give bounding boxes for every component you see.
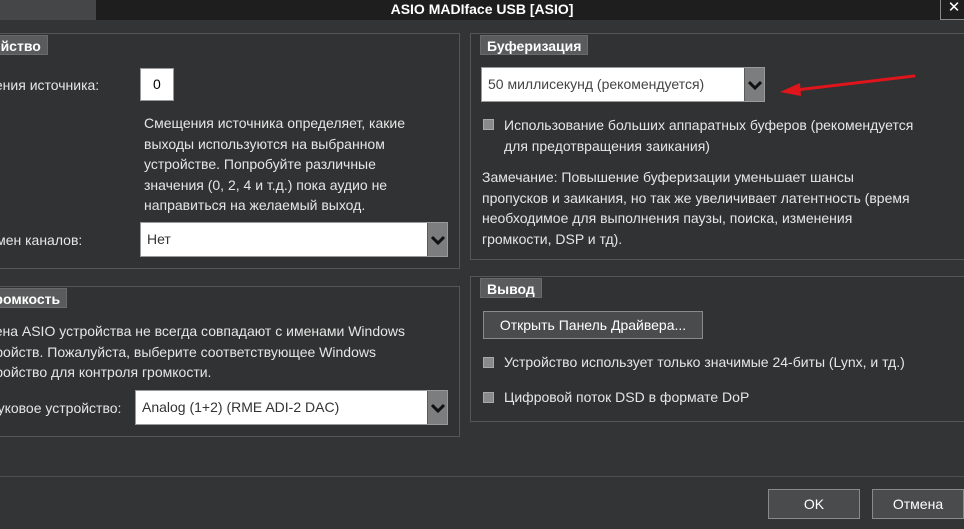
dsd-dop-checkbox[interactable]	[483, 392, 494, 403]
chevron-down-icon[interactable]	[744, 68, 764, 101]
only-24bit-checkbox[interactable]	[483, 357, 494, 368]
buffering-note: Замечание: Повышение буферизации уменьша…	[482, 169, 910, 247]
sound-device-value: Analog (1+2) (RME ADI-2 DAC)	[142, 399, 340, 415]
channel-names-label: Имен каналов:	[0, 232, 83, 248]
dsd-dop-label: Цифровой поток DSD в формате DoP	[504, 389, 750, 405]
ok-button[interactable]: OK	[768, 489, 860, 519]
close-icon: ✕	[947, 0, 961, 16]
volume-section-header: Громкость	[0, 288, 68, 308]
only-24bit-label: Устройство использует только значимые 24…	[504, 354, 905, 370]
annotation-arrow	[780, 74, 916, 96]
channel-names-select[interactable]: Нет	[140, 222, 448, 257]
volume-help-text: Имена ASIO устройства не всегда совпадаю…	[0, 323, 406, 380]
device-section-header: Устройство	[0, 35, 48, 55]
large-buffers-checkbox[interactable]	[483, 119, 494, 130]
buffer-size-value: 50 миллисекунд (рекомендуется)	[488, 76, 705, 92]
open-driver-panel-button[interactable]: Открыть Панель Драйвера...	[483, 311, 703, 339]
footer-separator	[0, 476, 964, 477]
buffer-size-select[interactable]: 50 миллисекунд (рекомендуется)	[481, 67, 765, 102]
sound-device-select[interactable]: Analog (1+2) (RME ADI-2 DAC)	[135, 390, 448, 425]
close-button[interactable]: ✕	[940, 0, 964, 20]
offset-input[interactable]: 0	[140, 68, 174, 101]
buffering-section-header: Буферизация	[480, 35, 589, 55]
offset-label: Смещения источника:	[0, 77, 100, 93]
offset-help-text: Смещения источника определяет, какие вых…	[144, 115, 405, 213]
sound-device-label: Звуковое устройство:	[0, 400, 122, 416]
chevron-down-icon[interactable]	[427, 391, 447, 424]
large-buffers-label: Использование больших аппаратных буферов…	[504, 117, 914, 154]
output-section-header: Вывод	[480, 278, 542, 298]
window-title: ASIO MADIface USB [ASIO]	[390, 1, 574, 17]
cancel-button[interactable]: Отмена	[872, 489, 964, 519]
title-bar: ASIO MADIface USB [ASIO] ✕	[0, 0, 964, 20]
chevron-down-icon[interactable]	[427, 223, 447, 256]
channel-names-value: Нет	[147, 231, 171, 247]
